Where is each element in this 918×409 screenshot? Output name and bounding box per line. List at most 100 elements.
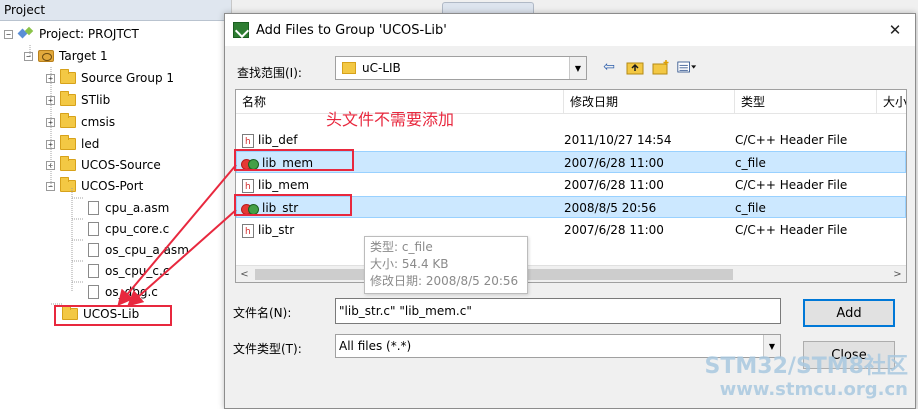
scroll-right-icon[interactable]: > xyxy=(889,266,906,282)
file-date: 2008/8/5 20:56 xyxy=(564,201,657,215)
up-folder-icon[interactable] xyxy=(625,58,645,76)
file-icon xyxy=(88,264,99,278)
tree-item-os-cpu-c-c[interactable]: os_cpu_c.c xyxy=(84,261,169,281)
expand-icon[interactable]: + xyxy=(46,139,55,149)
tree-item-cpu-core-c[interactable]: cpu_core.c xyxy=(84,219,169,239)
file-type-label: 文件类型(T): xyxy=(233,342,302,356)
tree-item-label: os_cpu_c.c xyxy=(105,264,170,278)
file-type-dropdown[interactable]: All files (*.*) ▼ xyxy=(335,334,781,358)
file-date: 2007/6/28 11:00 xyxy=(564,156,664,170)
tree-item-source-group-1[interactable]: + Source Group 1 xyxy=(46,68,174,88)
column-header-size[interactable]: 大小 xyxy=(877,90,906,114)
folder-icon xyxy=(60,113,76,128)
tooltip-type: 类型: c_file xyxy=(370,240,433,254)
file-date: 2007/6/28 11:00 xyxy=(564,178,664,192)
tree-item-stlib[interactable]: + STlib xyxy=(46,90,110,110)
tree-item-label: UCOS-Source xyxy=(81,158,161,172)
dialog-title: Add Files to Group 'UCOS-Lib' xyxy=(256,22,447,38)
tree-item-project[interactable]: − Project: PROJTCT xyxy=(4,24,139,44)
file-info-tooltip: 类型: c_file 大小: 54.4 KB 修改日期: 2008/8/5 20… xyxy=(364,236,528,294)
horizontal-scrollbar[interactable]: < > xyxy=(236,265,906,282)
project-panel: Project − Project: PROJTCT − Target 1 + … xyxy=(0,0,232,409)
folder-icon xyxy=(60,156,76,171)
file-name: lib_mem xyxy=(262,156,314,170)
folder-icon xyxy=(342,62,356,74)
tree-item-ucos-port[interactable]: − UCOS-Port xyxy=(46,176,143,196)
file-row[interactable]: lib_str 2007/6/28 11:00 C/C++ Header Fil… xyxy=(236,219,906,243)
tree-item-label: os_dbg.c xyxy=(105,285,158,299)
file-icon xyxy=(88,201,99,215)
file-icon xyxy=(88,285,99,299)
tree-item-ucos-lib[interactable]: UCOS-Lib xyxy=(62,304,139,324)
file-type: C/C++ Header File xyxy=(735,223,848,237)
folder-icon xyxy=(62,305,78,320)
file-row-selected[interactable]: lib_str 2008/8/5 20:56 c_file xyxy=(236,196,906,218)
new-folder-icon[interactable] xyxy=(651,58,671,76)
file-name-input[interactable] xyxy=(335,298,781,324)
look-in-dropdown[interactable]: uC-LIB ▼ xyxy=(335,56,587,80)
tree-item-label: Target 1 xyxy=(59,49,108,63)
file-type: C/C++ Header File xyxy=(735,133,848,147)
tree-item-os-dbg-c[interactable]: os_dbg.c xyxy=(84,282,158,302)
tree-item-led[interactable]: + led xyxy=(46,134,99,154)
column-header-date[interactable]: 修改日期 xyxy=(564,90,735,114)
tree-item-label: cpu_a.asm xyxy=(105,201,170,215)
chevron-down-icon[interactable]: ▼ xyxy=(569,57,586,79)
collapse-icon[interactable]: − xyxy=(46,181,55,191)
close-icon[interactable]: ✕ xyxy=(875,14,915,46)
tree-item-label: UCOS-Port xyxy=(81,179,144,193)
tree-item-label: Project: PROJTCT xyxy=(39,27,139,41)
tree-item-ucos-source[interactable]: + UCOS-Source xyxy=(46,155,161,175)
tree-item-label: UCOS-Lib xyxy=(83,307,140,321)
scroll-left-icon[interactable]: < xyxy=(236,266,253,282)
project-icon xyxy=(18,27,34,41)
add-files-dialog: Add Files to Group 'UCOS-Lib' ✕ 查找范围(I):… xyxy=(224,13,916,409)
file-type: C/C++ Header File xyxy=(735,178,848,192)
file-icon xyxy=(88,243,99,257)
file-name: lib_str xyxy=(262,201,299,215)
tree-item-label: led xyxy=(81,137,100,151)
project-panel-header: Project xyxy=(0,0,231,21)
file-row[interactable]: lib_mem 2007/6/28 11:00 C/C++ Header Fil… xyxy=(236,174,906,198)
c-file-icon xyxy=(241,203,259,215)
folder-icon xyxy=(60,91,76,106)
tree-item-cpu-a-asm[interactable]: cpu_a.asm xyxy=(84,198,169,218)
tree-item-label: cmsis xyxy=(81,115,116,129)
collapse-icon[interactable]: − xyxy=(4,29,13,39)
view-menu-icon[interactable] xyxy=(677,58,697,76)
collapse-icon[interactable]: − xyxy=(24,51,33,61)
tree-item-cmsis[interactable]: + cmsis xyxy=(46,112,115,132)
back-arrow-icon[interactable]: ⇦ xyxy=(599,58,619,76)
file-name: lib_mem xyxy=(258,178,310,192)
file-name-label: 文件名(N): xyxy=(233,306,292,320)
target-icon xyxy=(38,50,54,62)
file-name: lib_str xyxy=(258,223,295,237)
tree-item-label: cpu_core.c xyxy=(105,222,170,236)
file-row[interactable]: lib_def 2011/10/27 14:54 C/C++ Header Fi… xyxy=(236,129,906,153)
expand-icon[interactable]: + xyxy=(46,95,55,105)
add-button[interactable]: Add xyxy=(803,299,895,327)
file-type: c_file xyxy=(735,156,766,170)
look-in-value: uC-LIB xyxy=(362,61,401,75)
dialog-titlebar: Add Files to Group 'UCOS-Lib' ✕ xyxy=(225,14,915,46)
expand-icon[interactable]: + xyxy=(46,73,55,83)
column-header-type[interactable]: 类型 xyxy=(735,90,877,114)
tree-item-target[interactable]: − Target 1 xyxy=(24,46,108,66)
file-date: 2007/6/28 11:00 xyxy=(564,223,664,237)
header-file-icon xyxy=(242,221,254,243)
file-row-selected[interactable]: lib_mem 2007/6/28 11:00 c_file xyxy=(236,151,906,173)
dialog-toolbar: ⇦ xyxy=(599,58,697,76)
expand-icon[interactable]: + xyxy=(46,117,55,127)
tree-item-label: Source Group 1 xyxy=(81,71,175,85)
look-in-label: 查找范围(I): xyxy=(237,66,302,80)
open-folder-icon xyxy=(60,177,76,192)
tree-item-os-cpu-a-asm[interactable]: os_cpu_a.asm xyxy=(84,240,189,260)
close-button[interactable]: Close xyxy=(803,341,895,369)
file-type: c_file xyxy=(735,201,766,215)
tooltip-size: 大小: 54.4 KB xyxy=(370,257,449,271)
annotation-text: 头文件不需要添加 xyxy=(326,110,455,129)
file-type-value: All files (*.*) xyxy=(339,339,412,353)
expand-icon[interactable]: + xyxy=(46,160,55,170)
file-name: lib_def xyxy=(258,133,298,147)
chevron-down-icon[interactable]: ▼ xyxy=(763,335,780,357)
